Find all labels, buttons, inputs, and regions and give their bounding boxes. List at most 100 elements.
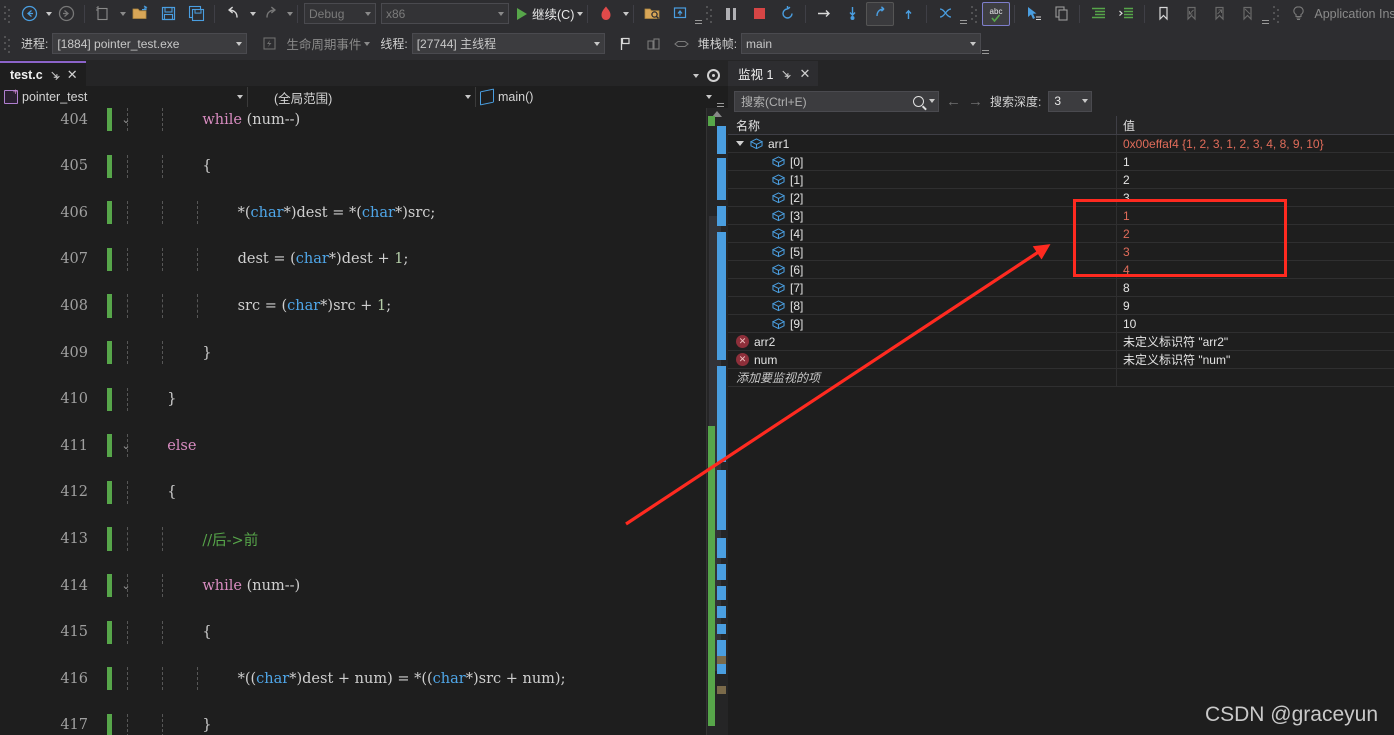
undo-icon[interactable] — [219, 2, 247, 26]
code-line[interactable]: 409} — [0, 340, 728, 365]
stop-debugging-icon[interactable] — [745, 2, 773, 26]
outdent-icon[interactable] — [1112, 2, 1140, 26]
watch-tab-1[interactable]: 监视 1 ⇥ ✕ — [728, 61, 819, 86]
column-header-value[interactable]: 值 — [1117, 116, 1394, 134]
open-file-icon[interactable] — [126, 2, 154, 26]
watch-row-value-cell[interactable]: 8 — [1117, 279, 1394, 296]
code-line[interactable]: 411 ⌄ else — [0, 434, 728, 458]
code-line[interactable]: 406 *(char *) dest = *(char *) src; — [0, 201, 728, 225]
tab-overflow-dropdown-icon[interactable] — [693, 73, 699, 78]
watch-row-value-cell[interactable]: 3 — [1117, 243, 1394, 260]
threads-window-icon[interactable] — [640, 32, 668, 56]
hot-reload-icon[interactable] — [592, 2, 620, 26]
lifecycle-events-icon[interactable] — [255, 32, 283, 56]
close-icon[interactable]: ✕ — [67, 68, 78, 81]
lightbulb-icon[interactable] — [1284, 2, 1312, 26]
watch-row[interactable]: [0] 1 — [728, 153, 1394, 171]
solution-configuration-combo[interactable]: Debug — [304, 3, 376, 24]
watch-row[interactable]: [4] 2 — [728, 225, 1394, 243]
watch-row-name-cell[interactable]: arr1 — [728, 135, 1117, 152]
fold-toggle-icon[interactable]: ⌄ — [118, 434, 134, 457]
navbar-member-combo[interactable]: main() — [476, 87, 716, 107]
watch-row-value-cell[interactable]: 3 — [1117, 189, 1394, 206]
clear-bookmark-icon[interactable] — [1233, 2, 1261, 26]
navbar-scope-combo[interactable]: (全局范围) — [248, 87, 476, 107]
search-options-dropdown-icon[interactable] — [929, 99, 935, 103]
code-line[interactable]: 415 { — [0, 620, 728, 644]
stackframe-combo[interactable]: main — [741, 33, 982, 54]
watch-row[interactable]: [5] 3 — [728, 243, 1394, 261]
navbar-splitter-icon[interactable] — [717, 87, 724, 107]
gear-icon[interactable] — [707, 69, 720, 82]
restart-icon[interactable] — [773, 2, 801, 26]
indent-icon[interactable] — [1084, 2, 1112, 26]
watch-row-name-cell[interactable]: [6] — [728, 261, 1117, 278]
hot-reload-dropdown[interactable] — [623, 11, 630, 16]
toolbar-grip[interactable] — [705, 4, 715, 23]
code-line[interactable]: 416 *((char *) dest + num) = *((char *) src +… — [0, 667, 728, 691]
watch-row[interactable]: arr1 0x00effaf4 {1, 2, 3, 1, 2, 3, 4, 8, … — [728, 135, 1394, 153]
break-all-icon[interactable] — [717, 2, 745, 26]
watch-row[interactable]: [9] 10 — [728, 315, 1394, 333]
nav-back-button[interactable] — [15, 2, 43, 26]
watch-row[interactable]: ✕ num 未定义标识符 "num" — [728, 351, 1394, 369]
overflow-dropdown[interactable] — [1262, 4, 1270, 24]
process-combo[interactable]: [1884] pointer_test.exe — [52, 33, 248, 54]
watch-row-value-cell[interactable]: 4 — [1117, 261, 1394, 278]
redo-dropdown[interactable] — [287, 11, 293, 16]
watch-row-name-cell[interactable]: [0] — [728, 153, 1117, 170]
new-item-icon[interactable] — [89, 2, 117, 26]
redo-icon[interactable] — [256, 2, 284, 26]
fold-toggle-icon[interactable]: ⌄ — [118, 574, 134, 597]
watch-add-item-placeholder[interactable]: 添加要监视的项 — [728, 369, 1117, 386]
lifecycle-events-label[interactable]: 生命周期事件 — [286, 34, 361, 53]
application-insights-label[interactable]: Application Insights — [1314, 7, 1394, 21]
copy-icon[interactable] — [1047, 2, 1075, 26]
overflow-dropdown[interactable] — [695, 4, 703, 24]
watch-row-name-cell[interactable]: ✕ arr2 — [728, 333, 1117, 350]
watch-row[interactable]: [2] 3 — [728, 189, 1394, 207]
watch-row-value-cell[interactable]: 2 — [1117, 171, 1394, 188]
watch-row-value-cell[interactable]: 2 — [1117, 225, 1394, 242]
threads-window-icon[interactable] — [931, 2, 959, 26]
editor-scrollbar-map[interactable] — [706, 108, 729, 735]
next-match-icon[interactable]: → — [968, 94, 983, 109]
fold-toggle-icon[interactable]: ⌄ — [118, 108, 134, 131]
watch-row-name-cell[interactable]: [3] — [728, 207, 1117, 224]
toolbar-grip[interactable] — [970, 4, 980, 23]
nav-forward-button[interactable] — [52, 2, 80, 26]
overflow-dropdown[interactable] — [960, 4, 968, 24]
watch-row-name-cell[interactable]: [5] — [728, 243, 1117, 260]
watch-row[interactable]: [1] 2 — [728, 171, 1394, 189]
watch-row-name-cell[interactable]: [7] — [728, 279, 1117, 296]
code-line[interactable]: 410} — [0, 387, 728, 411]
code-line[interactable]: 405 { — [0, 154, 728, 178]
watch-row-name-cell[interactable]: [4] — [728, 225, 1117, 242]
watch-row-name-cell[interactable]: [2] — [728, 189, 1117, 206]
code-line[interactable]: 412 { — [0, 480, 728, 505]
previous-match-icon[interactable]: ← — [946, 94, 961, 109]
watch-row-name-cell[interactable]: [9] — [728, 315, 1117, 332]
watch-row-name-cell[interactable]: [8] — [728, 297, 1117, 314]
watch-row-name-cell[interactable]: ✕ num — [728, 351, 1117, 368]
code-line[interactable]: 417} — [0, 713, 728, 735]
watch-row-value-cell[interactable]: 未定义标识符 "arr2" — [1117, 333, 1394, 350]
lifecycle-events-dropdown[interactable] — [364, 41, 371, 46]
watch-row-value-cell[interactable]: 1 — [1117, 153, 1394, 170]
watch-row[interactable]: [3] 1 — [728, 207, 1394, 225]
watch-row-value-cell[interactable]: 未定义标识符 "num" — [1117, 351, 1394, 368]
close-icon[interactable]: ✕ — [800, 67, 811, 80]
frame-icon[interactable] — [668, 32, 696, 56]
watch-row[interactable]: [7] 8 — [728, 279, 1394, 297]
code-line[interactable]: 408 src = (char *) src + 1; — [0, 294, 728, 318]
solution-platform-combo[interactable]: x86 — [381, 3, 509, 24]
expander-icon[interactable] — [736, 139, 745, 148]
watch-add-item-row[interactable]: 添加要监视的项 — [728, 369, 1394, 387]
continue-button[interactable]: 继续(C) — [517, 4, 584, 23]
editor-tab-test-c[interactable]: test.c ⇥ ✕ — [0, 61, 86, 86]
watch-row-value-cell[interactable]: 10 — [1117, 315, 1394, 332]
abc-spellcheck-icon[interactable]: abc — [982, 1, 1011, 26]
code-line[interactable]: 404 ⌄ while (num--) — [0, 108, 728, 132]
overflow-dropdown[interactable] — [982, 34, 990, 54]
code-line[interactable]: 414 ⌄ while (num--) — [0, 573, 728, 598]
